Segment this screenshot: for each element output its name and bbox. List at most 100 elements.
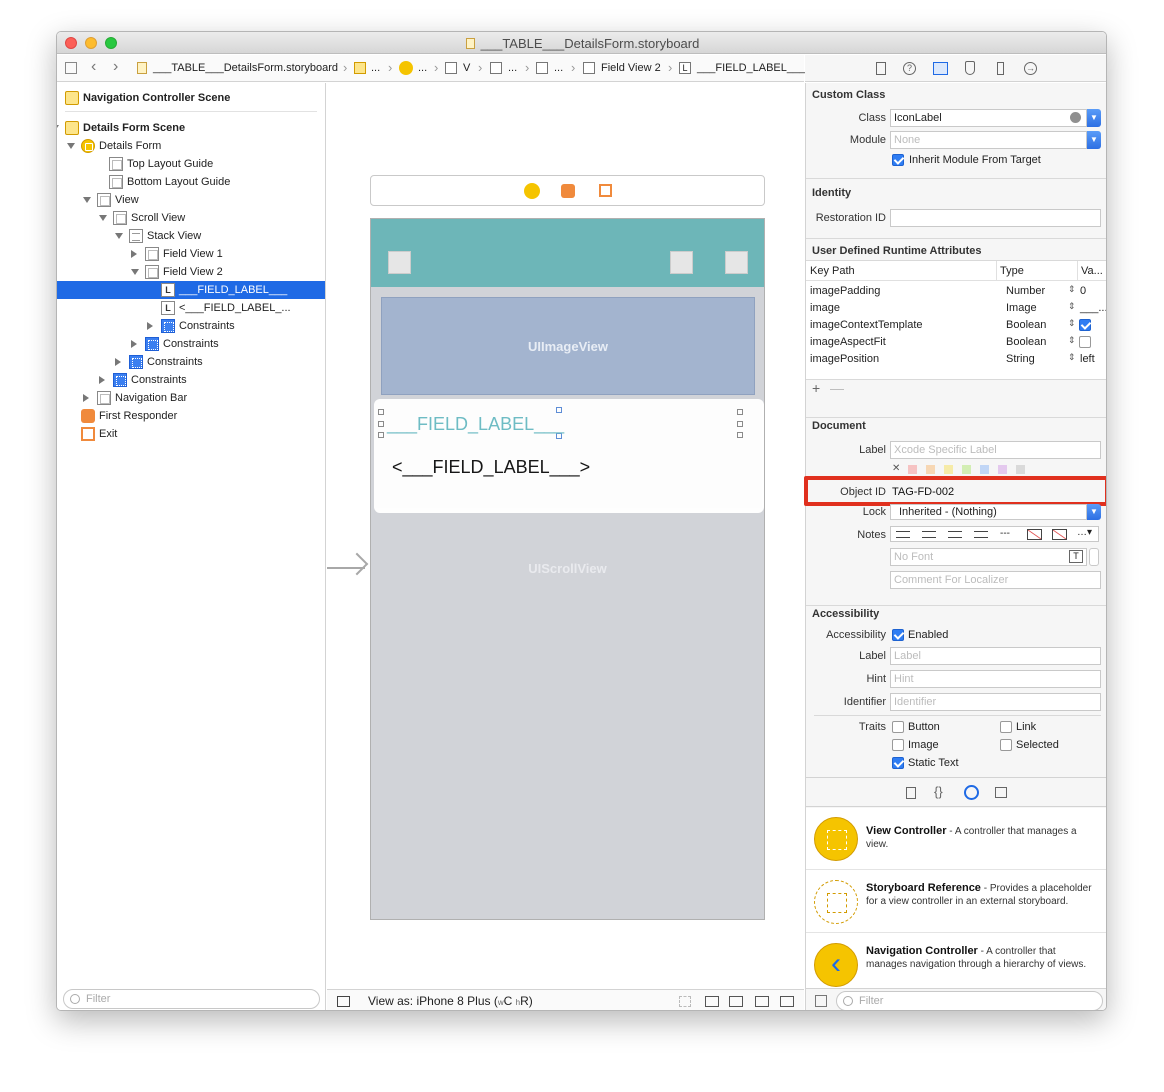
disclosure-collapsed-icon[interactable] [56, 94, 57, 102]
go-to-class-icon[interactable] [1070, 112, 1081, 123]
field-label-selected[interactable]: ___FIELD_LABEL___ [387, 414, 564, 435]
runtime-attribute-row[interactable]: imagePosition String ⇕ left [806, 351, 1106, 368]
restoration-id-field[interactable] [890, 209, 1101, 227]
library-item[interactable]: View Controller - A controller that mana… [806, 808, 1106, 870]
crumb-field-view-2[interactable]: Field View 2 [601, 62, 661, 74]
outline-item[interactable]: L <___FIELD_LABEL_... [57, 299, 325, 317]
type-stepper-icon[interactable]: ⇕ [1068, 318, 1076, 329]
add-attribute-icon[interactable]: + [812, 380, 820, 396]
resize-handle[interactable] [737, 409, 743, 415]
outline-item[interactable]: Stack View [57, 227, 325, 245]
field-value-label[interactable]: <___FIELD_LABEL___> [392, 457, 590, 478]
type-stepper-icon[interactable]: ⇕ [1068, 284, 1076, 295]
runtime-attribute-row[interactable]: imagePadding Number ⇕ 0 [806, 283, 1106, 300]
outline-item[interactable]: Constraints [57, 317, 325, 335]
attribute-type[interactable]: Number [1006, 285, 1045, 297]
outline-item[interactable]: Details Form [57, 137, 325, 155]
file-inspector-icon[interactable] [876, 62, 886, 75]
disclosure-collapsed-icon[interactable] [99, 376, 105, 384]
code-snippet-library-icon[interactable]: {} [934, 784, 943, 799]
align-center-icon[interactable] [922, 531, 936, 538]
first-responder-icon[interactable] [561, 184, 575, 198]
forward-chevron-icon[interactable]: › [113, 58, 118, 76]
outline-item[interactable]: Constraints [57, 353, 325, 371]
color-swatch-orange[interactable] [926, 465, 935, 474]
type-stepper-icon[interactable]: ⇕ [1068, 335, 1076, 346]
disclosure-expanded-icon[interactable] [131, 269, 139, 275]
runtime-attribute-row[interactable]: image Image ⇕ ___... [806, 300, 1106, 317]
module-field[interactable]: None [890, 131, 1087, 149]
attribute-key[interactable]: imagePosition [810, 353, 879, 365]
outline-item[interactable]: Details Form Scene [57, 119, 325, 137]
disclosure-expanded-icon[interactable] [99, 215, 107, 221]
attribute-key[interactable]: imageAspectFit [810, 336, 886, 348]
comment-for-localizer-field[interactable]: Comment For Localizer [890, 571, 1101, 589]
size-inspector-icon[interactable] [997, 62, 1004, 75]
crumb-stack-view[interactable]: ... [554, 62, 563, 74]
color-swatch-red[interactable] [908, 465, 917, 474]
attribute-type[interactable]: String [1006, 353, 1035, 365]
color-swatch-yellow[interactable] [944, 465, 953, 474]
lock-popup[interactable]: Inherited - (Nothing) [890, 504, 1087, 520]
font-field[interactable]: No Font T [890, 548, 1087, 566]
resize-handle[interactable] [378, 421, 384, 427]
crumb-scene[interactable]: ... [371, 62, 380, 74]
add-constraints-icon[interactable] [755, 996, 769, 1007]
grid-view-icon[interactable] [815, 995, 827, 1007]
crumb-view[interactable]: V [463, 62, 470, 74]
attribute-key[interactable]: imageContextTemplate [810, 319, 923, 331]
align-left-icon[interactable] [896, 531, 910, 538]
disclosure-collapsed-icon[interactable] [131, 250, 137, 258]
navigation-bar[interactable] [371, 219, 764, 287]
type-stepper-icon[interactable]: ⇕ [1068, 301, 1076, 312]
trait-button-checkbox[interactable] [892, 721, 904, 733]
no-color-x-icon[interactable]: ✕ [892, 463, 900, 474]
color-swatch-gray[interactable] [1016, 465, 1025, 474]
outline-item[interactable]: Constraints [57, 335, 325, 353]
runtime-attribute-row[interactable]: imageContextTemplate Boolean ⇕ [806, 317, 1106, 334]
trait-image-checkbox[interactable] [892, 739, 904, 751]
resize-handle[interactable] [378, 432, 384, 438]
view-controller-icon[interactable] [524, 183, 540, 199]
resize-handle[interactable] [737, 421, 743, 427]
column-header-keypath[interactable]: Key Path [810, 265, 855, 277]
attribute-bool-checkbox[interactable] [1079, 319, 1091, 331]
align-right-icon[interactable] [948, 531, 962, 538]
outline-item[interactable]: Navigation Controller Scene [57, 89, 325, 107]
library-item[interactable]: ‹ Navigation Controller - A controller t… [806, 933, 1106, 988]
related-items-grid-icon[interactable] [65, 62, 77, 74]
attribute-bool-checkbox[interactable] [1079, 336, 1091, 348]
crumb-scroll-view[interactable]: ... [508, 62, 517, 74]
outline-filter-field[interactable]: Filter [63, 989, 320, 1009]
outline-item[interactable]: View [57, 191, 325, 209]
crumb-storyboard[interactable]: ___TABLE___DetailsForm.storyboard [153, 62, 338, 74]
attribute-key[interactable]: image [810, 302, 840, 314]
remove-attribute-icon[interactable]: — [830, 380, 844, 396]
update-frames-icon[interactable] [679, 996, 691, 1007]
hint-field[interactable]: Hint [890, 670, 1101, 688]
nav-right-button-placeholder[interactable] [725, 251, 748, 274]
outline-item[interactable]: Field View 1 [57, 245, 325, 263]
class-dropdown-chevron-icon[interactable]: ▼ [1087, 109, 1101, 127]
connections-inspector-icon[interactable]: → [1024, 62, 1037, 75]
toggle-outline-icon[interactable] [337, 996, 350, 1007]
attribute-type[interactable]: Boolean [1006, 319, 1046, 331]
library-filter-field[interactable]: Filter [836, 991, 1103, 1010]
view-as-device[interactable]: View as: iPhone 8 Plus (wC hR) [368, 994, 533, 1008]
text-color-icon[interactable] [1027, 529, 1042, 540]
crumb-field-label[interactable]: ___FIELD_LABEL___ [697, 62, 805, 74]
object-id-value[interactable]: TAG-FD-002 [892, 486, 954, 498]
outline-item[interactable]: Exit [57, 425, 325, 443]
trait-static-text-checkbox[interactable] [892, 757, 904, 769]
attribute-type[interactable]: Boolean [1006, 336, 1046, 348]
outline-item[interactable]: Navigation Bar [57, 389, 325, 407]
font-picker-icon[interactable]: T [1069, 550, 1083, 563]
module-dropdown-chevron-icon[interactable]: ▼ [1087, 131, 1101, 149]
attributes-inspector-icon[interactable] [965, 61, 975, 75]
identity-inspector-icon[interactable] [933, 62, 948, 75]
more-options-icon[interactable]: …▾ [1077, 527, 1092, 538]
separator-icon[interactable]: --- [1000, 528, 1010, 539]
justify-icon[interactable] [974, 531, 988, 538]
column-header-type[interactable]: Type [1000, 265, 1024, 277]
type-stepper-icon[interactable]: ⇕ [1068, 352, 1076, 363]
